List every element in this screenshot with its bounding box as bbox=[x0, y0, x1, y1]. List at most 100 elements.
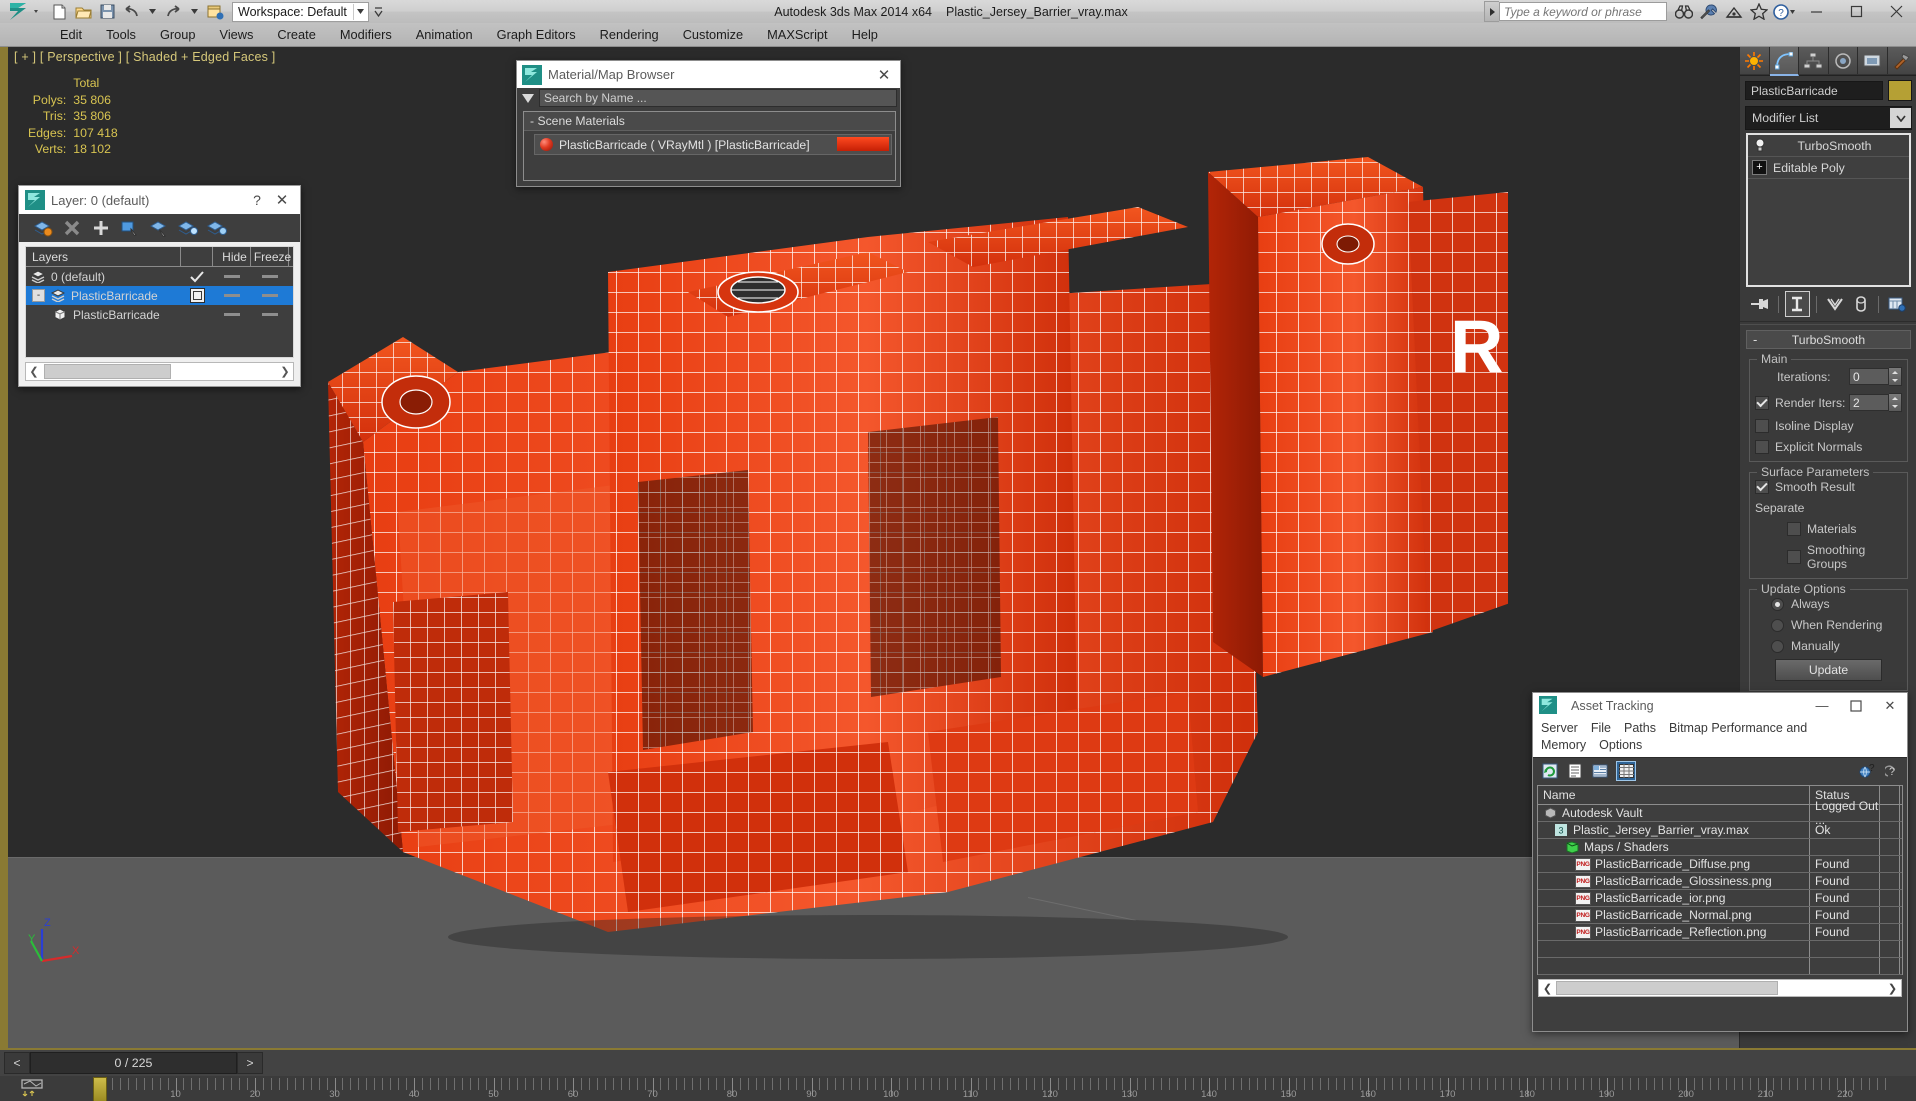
chevron-down-icon[interactable] bbox=[1890, 108, 1911, 128]
barricade-3d-model[interactable]: R bbox=[308, 132, 1508, 1012]
timeline-ruler[interactable]: 10 20 30 40 50 60 70 80 90 100 110 120 130 140 150 160 1… bbox=[0, 1076, 1916, 1101]
field-smooth-result[interactable]: Smooth Result bbox=[1755, 480, 1902, 494]
layer-freeze-cell[interactable] bbox=[251, 294, 289, 297]
menu-item-rendering[interactable]: Rendering bbox=[588, 25, 671, 44]
asset-minimize-button[interactable]: — bbox=[1805, 693, 1839, 718]
modifier-stack-row-editablepoly[interactable]: + Editable Poly bbox=[1748, 157, 1909, 179]
layer-list[interactable]: Layers Hide Freeze 0 (default) - PlasticBa… bbox=[25, 246, 294, 358]
menu-item-modifiers[interactable]: Modifiers bbox=[328, 25, 404, 44]
layer-row[interactable]: - PlasticBarricade bbox=[26, 286, 293, 305]
mmb-group-scene-materials[interactable]: - Scene Materials bbox=[524, 112, 895, 131]
menu-item-edit[interactable]: Edit bbox=[48, 25, 94, 44]
asset-row[interactable] bbox=[1538, 941, 1902, 958]
redo-icon[interactable] bbox=[162, 2, 184, 22]
asset-row[interactable] bbox=[1538, 958, 1902, 975]
layer-dialog[interactable]: Layer: 0 (default) ? ✕ Layers Hide Freez… bbox=[18, 185, 301, 387]
asset-maximize-button[interactable] bbox=[1839, 693, 1873, 718]
scrollbar-thumb[interactable] bbox=[1556, 981, 1778, 995]
layer-freeze-cell[interactable] bbox=[251, 275, 289, 278]
menu-item-maxscript[interactable]: MAXScript bbox=[755, 25, 839, 44]
prev-frame-button[interactable]: < bbox=[4, 1052, 30, 1074]
set-project-folder-icon[interactable] bbox=[204, 2, 226, 22]
modifier-stack-row-turbosmooth[interactable]: TurboSmooth bbox=[1748, 135, 1909, 157]
update-button[interactable]: Update bbox=[1775, 659, 1882, 681]
binoculars-icon[interactable] bbox=[1671, 0, 1696, 23]
wrench-icon[interactable] bbox=[1696, 0, 1721, 23]
asset-tracking-dialog[interactable]: Asset Tracking — ✕ Server File Paths Bitmap… bbox=[1532, 692, 1908, 1032]
asset-row[interactable]: PNG PlasticBarricade_Reflection.png Found bbox=[1538, 924, 1902, 941]
display-tab[interactable] bbox=[1858, 47, 1888, 74]
separate-smoothing-groups-checkbox[interactable] bbox=[1787, 550, 1801, 564]
layer-row[interactable]: PlasticBarricade bbox=[26, 305, 293, 324]
mmb-search-input[interactable]: Search by Name ... bbox=[539, 89, 897, 107]
explicit-normals-checkbox[interactable] bbox=[1755, 440, 1769, 454]
asset-row[interactable]: Maps / Shaders bbox=[1538, 839, 1902, 856]
help-globe-icon[interactable]: ? bbox=[1858, 762, 1876, 780]
star-icon[interactable] bbox=[1746, 0, 1771, 23]
menu-item-animation[interactable]: Animation bbox=[404, 25, 485, 44]
mmb-material-list[interactable]: - Scene Materials PlasticBarricade ( VRa… bbox=[523, 111, 896, 181]
menu-item-graph-editors[interactable]: Graph Editors bbox=[485, 25, 588, 44]
asset-row[interactable]: PNG PlasticBarricade_Diffuse.png Found bbox=[1538, 856, 1902, 873]
time-slider-handle[interactable] bbox=[93, 1077, 107, 1101]
update-when-rendering-radio[interactable] bbox=[1771, 618, 1784, 632]
new-layer-icon[interactable] bbox=[33, 218, 53, 238]
layer-properties-icon[interactable] bbox=[207, 218, 227, 238]
update-manually-radio[interactable] bbox=[1771, 639, 1784, 653]
iterations-input[interactable] bbox=[1849, 368, 1889, 385]
help-icon[interactable]: ? bbox=[1883, 762, 1901, 780]
viewport-label[interactable]: [ + ] [ Perspective ] [ Shaded + Edged F… bbox=[14, 50, 275, 64]
search-expand-icon[interactable] bbox=[1484, 1, 1499, 22]
menu-item-group[interactable]: Group bbox=[148, 25, 208, 44]
frame-display[interactable]: 0 / 225 bbox=[30, 1052, 237, 1074]
mmb-close-button[interactable]: ✕ bbox=[871, 66, 897, 84]
object-color-swatch[interactable] bbox=[1888, 80, 1912, 101]
detail-view-icon[interactable] bbox=[1591, 762, 1609, 780]
asset-row[interactable]: 3 Plastic_Jersey_Barrier_vray.max Ok bbox=[1538, 822, 1902, 839]
asset-table[interactable]: Name Status Autodesk Vault Logged Out ...… bbox=[1537, 785, 1903, 975]
workspace-selector[interactable]: Workspace: Default bbox=[232, 1, 369, 22]
scroll-right-icon[interactable]: ❯ bbox=[277, 365, 293, 378]
asset-close-button[interactable]: ✕ bbox=[1873, 693, 1907, 718]
create-tab[interactable] bbox=[1740, 47, 1770, 74]
lightbulb-icon[interactable] bbox=[1752, 138, 1768, 154]
smooth-result-checkbox[interactable] bbox=[1755, 480, 1769, 494]
turbosmooth-rollout-header[interactable]: - TurboSmooth bbox=[1746, 330, 1911, 349]
list-view-icon[interactable] bbox=[1566, 762, 1584, 780]
menu-item-create[interactable]: Create bbox=[265, 25, 327, 44]
app-logo-icon[interactable] bbox=[4, 1, 44, 22]
layer-row[interactable]: 0 (default) bbox=[26, 267, 293, 286]
modifier-list-dropdown[interactable]: Modifier List bbox=[1745, 106, 1912, 130]
layer-current-cell[interactable] bbox=[181, 270, 213, 283]
scroll-left-icon[interactable]: ❮ bbox=[1539, 982, 1556, 995]
search-box[interactable] bbox=[1484, 1, 1667, 22]
asset-row[interactable]: Autodesk Vault Logged Out ... bbox=[1538, 799, 1902, 827]
satellite-dish-icon[interactable] bbox=[1721, 0, 1746, 23]
undo-dropdown-icon[interactable] bbox=[144, 2, 160, 22]
field-explicit-normals[interactable]: Explicit Normals bbox=[1755, 440, 1902, 454]
pin-stack-icon[interactable] bbox=[1748, 292, 1772, 316]
modifier-stack[interactable]: TurboSmooth + Editable Poly bbox=[1746, 133, 1911, 287]
close-button[interactable] bbox=[1876, 0, 1916, 23]
configure-modifier-sets-icon[interactable] bbox=[1885, 292, 1909, 316]
layer-freeze-cell[interactable] bbox=[251, 313, 289, 316]
menu-item-views[interactable]: Views bbox=[208, 25, 266, 44]
layer-hide-cell[interactable] bbox=[213, 294, 251, 297]
layer-list-scrollbar[interactable]: ❮ ❯ bbox=[25, 362, 294, 381]
scroll-left-icon[interactable]: ❮ bbox=[26, 365, 42, 378]
layer-dialog-close-button[interactable]: ✕ bbox=[268, 191, 296, 209]
layer-dialog-help-button[interactable]: ? bbox=[246, 192, 268, 208]
field-always[interactable]: Always bbox=[1771, 597, 1902, 611]
layer-hide-cell[interactable] bbox=[213, 275, 251, 278]
minimize-button[interactable] bbox=[1796, 0, 1836, 23]
utilities-tab[interactable] bbox=[1887, 47, 1916, 74]
turbosmooth-rollout[interactable]: - TurboSmooth Main Iterations: Render It… bbox=[1746, 330, 1911, 691]
material-map-browser[interactable]: Material/Map Browser ✕ Search by Name ..… bbox=[516, 60, 901, 187]
maximize-button[interactable] bbox=[1836, 0, 1876, 23]
plus-icon[interactable]: + bbox=[1752, 160, 1767, 175]
iterations-spinner[interactable] bbox=[1849, 367, 1902, 386]
object-name-field[interactable]: PlasticBarricade bbox=[1745, 81, 1883, 100]
render-iters-input[interactable] bbox=[1849, 394, 1889, 411]
mmb-material-item[interactable]: PlasticBarricade ( VRayMtl ) [PlasticBar… bbox=[534, 134, 892, 155]
show-end-result-icon[interactable] bbox=[1784, 291, 1811, 317]
